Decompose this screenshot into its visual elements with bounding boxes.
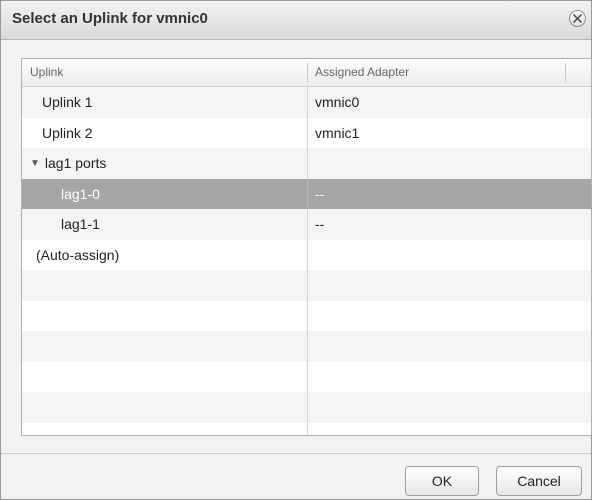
table-row-lag1-0[interactable]: lag1-0 -- — [22, 178, 591, 209]
table-row-lag1-ports[interactable]: ▼ lag1 ports — [22, 148, 591, 179]
cell-divider — [307, 148, 308, 179]
cell-divider — [307, 361, 308, 392]
column-divider[interactable] — [307, 63, 308, 82]
cell-divider — [307, 117, 308, 148]
cell-divider — [307, 392, 308, 423]
select-uplink-dialog: Select an Uplink for vmnic0 Uplink Assig… — [0, 0, 592, 500]
table-header: Uplink Assigned Adapter — [22, 59, 591, 87]
table-body: Uplink 1 vmnic0 Uplink 2 vmnic1 ▼ lag1 p… — [22, 87, 591, 435]
dialog-titlebar: Select an Uplink for vmnic0 — [1, 1, 591, 40]
uplink-cell: (Auto-assign) — [36, 246, 120, 263]
cell-divider — [307, 300, 308, 331]
cell-divider — [307, 331, 308, 362]
close-button[interactable] — [569, 10, 586, 27]
cell-divider — [307, 209, 308, 240]
ok-button[interactable]: OK — [405, 466, 479, 496]
empty-row — [22, 422, 591, 435]
cancel-button[interactable]: Cancel — [496, 466, 582, 496]
adapter-cell: -- — [315, 185, 325, 202]
empty-row — [22, 270, 591, 301]
adapter-cell: -- — [315, 216, 325, 233]
table-row-lag1-1[interactable]: lag1-1 -- — [22, 209, 591, 240]
group-cell: ▼ lag1 ports — [30, 148, 106, 179]
empty-row — [22, 392, 591, 423]
column-header-assigned-adapter[interactable]: Assigned Adapter — [315, 59, 409, 86]
adapter-cell: vmnic0 — [315, 94, 360, 111]
empty-row — [22, 331, 591, 362]
footer-divider — [1, 453, 591, 454]
cell-divider — [307, 239, 308, 270]
uplink-table: Uplink Assigned Adapter Uplink 1 vmnic0 … — [21, 58, 592, 436]
uplink-cell: lag1-1 — [61, 216, 100, 233]
dialog-title: Select an Uplink for vmnic0 — [12, 10, 208, 27]
table-row-uplink-2[interactable]: Uplink 2 vmnic1 — [22, 117, 591, 148]
close-icon — [573, 14, 582, 23]
empty-row — [22, 361, 591, 392]
uplink-cell: lag1-0 — [61, 185, 100, 202]
table-row-uplink-1[interactable]: Uplink 1 vmnic0 — [22, 87, 591, 118]
column-divider[interactable] — [565, 63, 566, 82]
empty-row — [22, 300, 591, 331]
table-row-auto-assign[interactable]: (Auto-assign) — [22, 239, 591, 270]
column-header-uplink[interactable]: Uplink — [30, 59, 63, 86]
adapter-cell: vmnic1 — [315, 124, 360, 141]
uplink-cell: Uplink 2 — [42, 124, 93, 141]
cell-divider — [307, 178, 308, 209]
group-label: lag1 ports — [44, 155, 107, 172]
expand-triangle-icon[interactable]: ▼ — [30, 158, 40, 169]
cell-divider — [307, 422, 308, 435]
cell-divider — [307, 87, 308, 118]
uplink-cell: Uplink 1 — [42, 94, 93, 111]
cell-divider — [307, 270, 308, 301]
